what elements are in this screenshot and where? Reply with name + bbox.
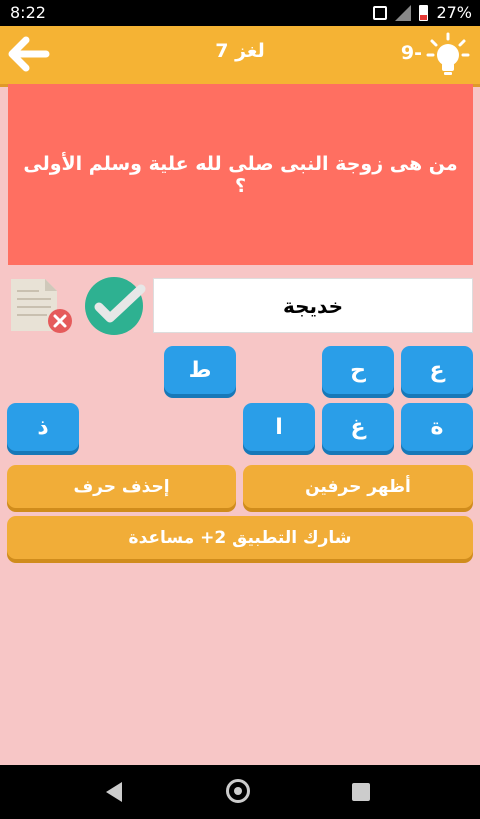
show-two-letters-button[interactable]: أظهر حرفين [243,465,473,508]
share-app-button[interactable]: شارك التطبيق 2+ مساعدة [7,516,473,559]
signal-icon [395,4,412,21]
letter-tile[interactable]: ة [401,403,473,451]
letter-tile[interactable]: ط [164,346,236,394]
lightbulb-icon[interactable] [426,32,470,78]
letter-tile[interactable]: ع [401,346,473,394]
status-bar: 8:22 27% [0,0,480,26]
question-panel: من هى زوجة النبى صلى لله علية وسلم الأول… [8,84,473,265]
document-delete-icon[interactable] [7,277,75,335]
checkmark-icon[interactable] [79,277,149,335]
nav-home-icon[interactable] [226,779,250,803]
letter-tile[interactable]: ح [322,346,394,394]
hint-counter: 9- [400,42,422,64]
letter-tile[interactable]: غ [322,403,394,451]
answer-box[interactable]: خديجة [153,278,473,333]
battery-percent: 27% [436,3,472,22]
delete-letter-button[interactable]: إحذف حرف [7,465,236,508]
navigation-bar [0,765,480,819]
top-bar: لغز 7 9- [0,26,480,87]
letter-tile[interactable]: ا [243,403,315,451]
vibrate-icon [373,5,388,20]
nav-recent-apps-icon[interactable] [352,783,370,801]
question-text: من هى زوجة النبى صلى لله علية وسلم الأول… [23,152,458,197]
nav-back-icon[interactable] [106,782,122,802]
status-icons: 27% [373,3,472,22]
status-time: 8:22 [10,3,46,22]
letter-tile[interactable]: ذ [7,403,79,451]
battery-icon [419,4,429,21]
